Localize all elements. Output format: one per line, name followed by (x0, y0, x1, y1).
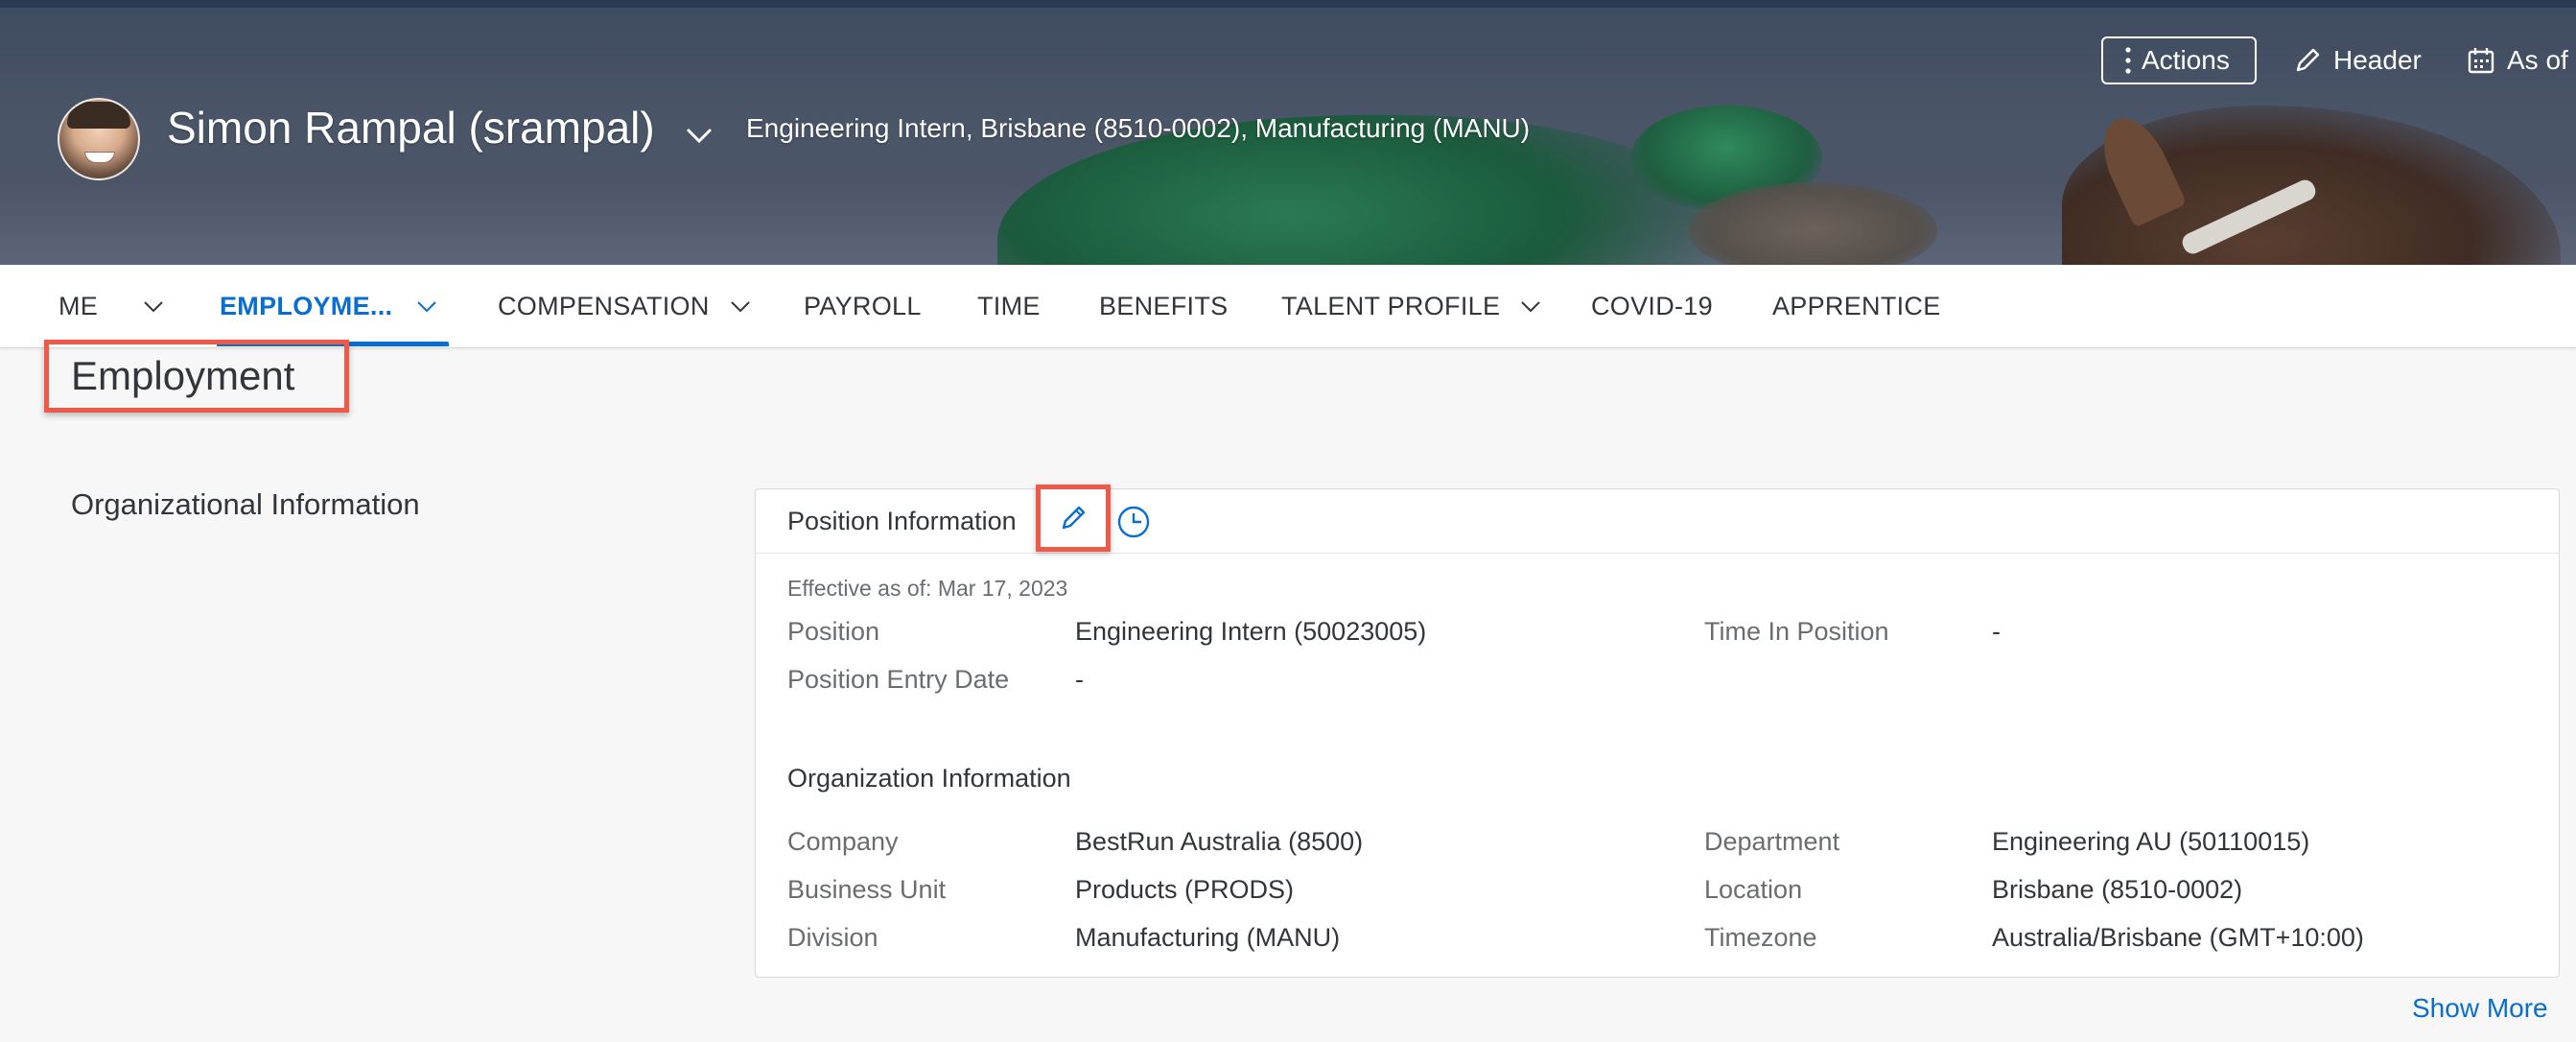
edit-button[interactable] (1036, 485, 1111, 552)
section-title: Organizational Information (71, 487, 420, 521)
as-of-date-button[interactable]: As of (2467, 36, 2568, 84)
tab-time[interactable]: TIME (977, 265, 1041, 347)
actions-button[interactable]: Actions (2101, 36, 2257, 84)
subsection-title: Organization Information (787, 764, 1071, 793)
tab-covid-19[interactable]: COVID-19 (1591, 265, 1713, 347)
field-label: Company (787, 827, 899, 856)
header-edit-button[interactable]: Header (2293, 36, 2422, 84)
chevron-down-icon[interactable] (729, 295, 752, 318)
as-of-label: As of (2507, 45, 2568, 75)
profile-header: Simon Rampal (srampal) Engineering Inter… (0, 0, 2576, 265)
chevron-down-icon[interactable] (683, 119, 715, 152)
tab-payroll[interactable]: PAYROLL (804, 265, 922, 347)
field-value: Engineering AU (50110015) (1992, 827, 2310, 856)
tab-benefits[interactable]: BENEFITS (1099, 265, 1228, 347)
tab-label: ME (59, 291, 99, 320)
chevron-down-icon[interactable] (1519, 295, 1542, 318)
field-label: Location (1704, 875, 1803, 904)
field-label: Division (787, 923, 878, 952)
tab-label: APPRENTICE (1772, 291, 1941, 320)
calendar-icon (2468, 48, 2494, 74)
tab-label: COMPENSATION (498, 291, 710, 320)
page-title: Employment (71, 353, 295, 398)
tab-talent-profile[interactable]: TALENT PROFILE (1281, 265, 1542, 347)
history-clock-icon[interactable] (1115, 504, 1152, 540)
chevron-down-icon[interactable] (415, 295, 438, 318)
field-value: BestRun Australia (8500) (1075, 827, 1364, 856)
pencil-icon (1062, 506, 1086, 530)
position-information-card: Position Information Effective as of: Ma… (755, 485, 2560, 978)
user-name: Simon Rampal (srampal) (167, 103, 655, 153)
tab-label: TIME (977, 291, 1041, 320)
card-title: Position Information (787, 507, 1017, 535)
field-label: Position Entry Date (787, 665, 1010, 694)
tab-compensation[interactable]: COMPENSATION (498, 265, 752, 347)
field-label: Department (1704, 827, 1840, 856)
field-value: Brisbane (8510-0002) (1992, 875, 2243, 904)
tab-employment[interactable]: EMPLOYME... (220, 265, 438, 347)
tab-label: EMPLOYME... (220, 291, 393, 320)
tab-me[interactable]: ME (59, 265, 165, 347)
field-label: Time In Position (1704, 617, 1889, 646)
more-vertical-icon (2125, 47, 2131, 74)
card-header: Position Information (756, 485, 2559, 554)
effective-date: Effective as of: Mar 17, 2023 (787, 576, 1068, 601)
avatar-smile (84, 152, 115, 163)
field-value: Australia/Brisbane (GMT+10:00) (1992, 923, 2364, 952)
actions-label: Actions (2142, 45, 2230, 75)
field-label: Business Unit (787, 875, 947, 904)
field-value: Engineering Intern (50023005) (1075, 617, 1427, 646)
tab-apprentice[interactable]: APPRENTICE (1772, 265, 1941, 347)
chevron-down-icon[interactable] (142, 295, 165, 318)
field-label: Position (787, 617, 880, 646)
field-value: Manufacturing (MANU) (1075, 923, 1341, 952)
avatar[interactable] (58, 98, 140, 180)
tab-bar: ME EMPLOYME... COMPENSATION PAYROLL TIME… (0, 265, 2576, 348)
field-value: - (1075, 665, 1084, 694)
pencil-icon (2296, 48, 2320, 72)
tab-label: PAYROLL (804, 291, 922, 320)
show-more-link[interactable]: Show More (2412, 993, 2548, 1024)
avatar-hair (67, 102, 130, 129)
user-subtitle: Engineering Intern, Brisbane (8510-0002)… (746, 113, 1531, 143)
field-value: Products (PRODS) (1075, 875, 1295, 904)
tab-label: COVID-19 (1591, 291, 1713, 320)
field-value: - (1992, 617, 2001, 646)
header-edit-label: Header (2333, 45, 2422, 75)
tab-label: TALENT PROFILE (1281, 291, 1501, 320)
field-label: Timezone (1704, 923, 1817, 952)
tab-label: BENEFITS (1099, 291, 1229, 320)
